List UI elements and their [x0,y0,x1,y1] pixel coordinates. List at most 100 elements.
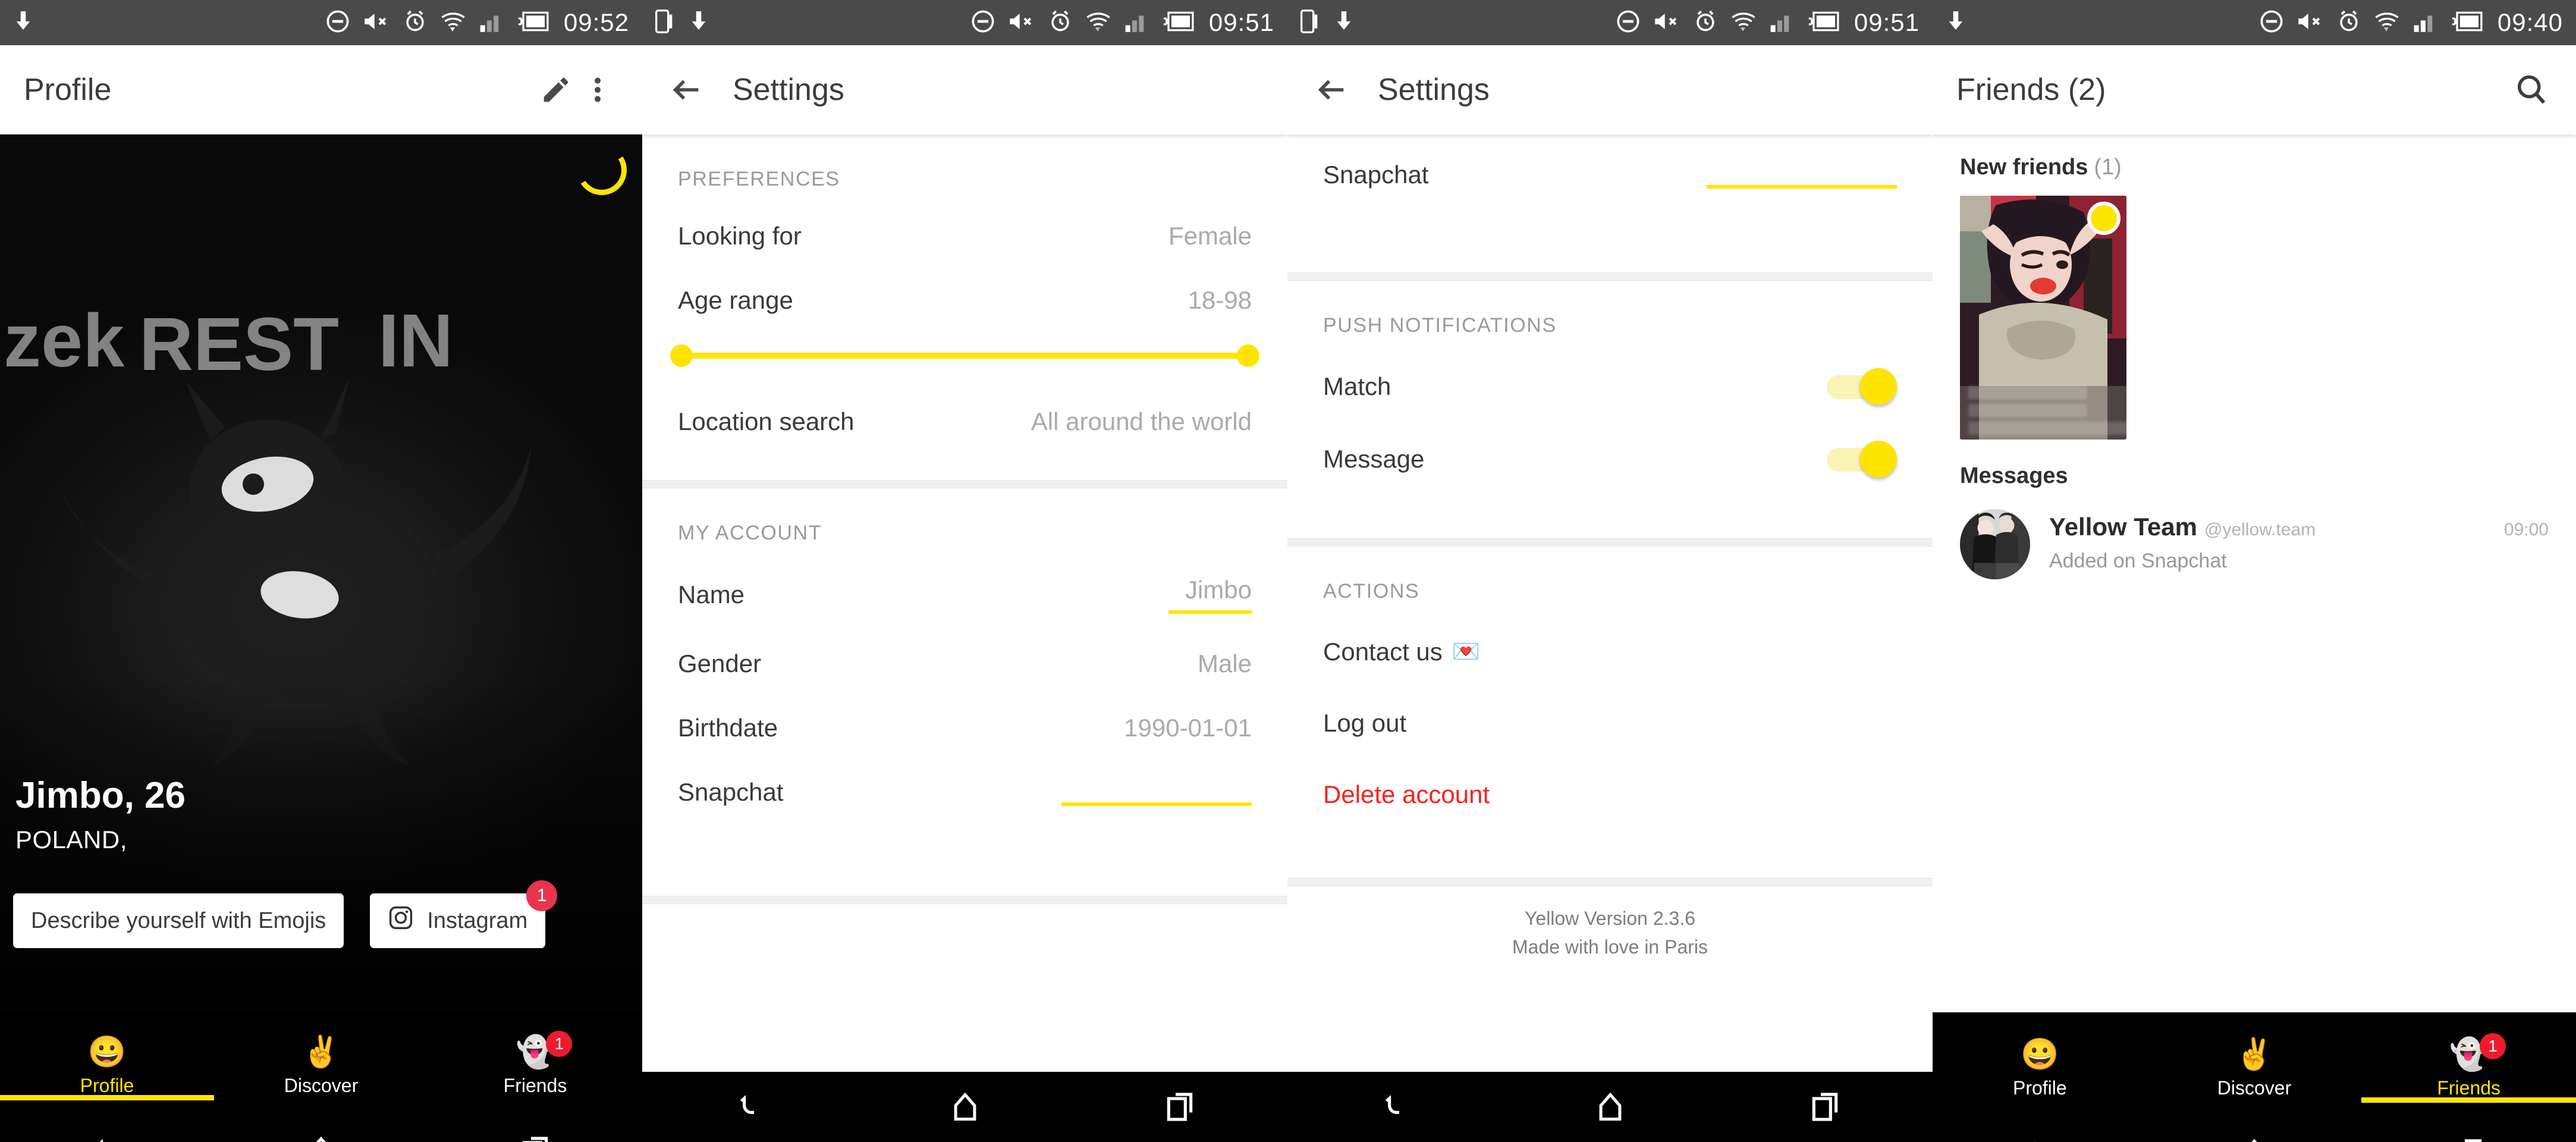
victory-hand-emoji: ✌️ [301,1034,341,1069]
tab-friends[interactable]: 👻 1 Friends [2361,1012,2576,1118]
row-gender-value: Male [1197,650,1252,677]
nav-back-icon[interactable] [1287,1090,1503,1124]
status-bar: 09:51 [642,0,1287,45]
battery-icon [1163,11,1196,35]
alarm-icon [1694,9,1717,37]
age-range-slider[interactable] [670,332,1259,390]
section-divider-2 [1287,538,1933,547]
nav-recents-icon[interactable] [428,1134,642,1142]
nav-recents-icon[interactable] [2361,1137,2576,1142]
row-location-search[interactable]: Location search All around the world [678,390,1252,454]
age-slider-min-knob[interactable] [670,344,693,367]
row-match-notification[interactable]: Match [1323,350,1897,423]
sim-card-icon [1300,9,1318,36]
row-match-label: Match [1323,372,1391,400]
row-location-search-label: Location search [678,407,855,435]
nav-home-icon[interactable] [1503,1090,1718,1124]
arrow-left-icon[interactable] [1311,69,1353,111]
nav-back-icon[interactable] [1933,1137,2147,1142]
row-gender[interactable]: Gender Male [678,632,1252,696]
pencil-icon[interactable] [535,69,577,111]
instagram-button[interactable]: Instagram 1 [370,880,558,948]
alarm-icon [403,9,427,37]
settings-scroll[interactable]: PREFERENCES Looking for Female Age range… [642,134,1287,1072]
settings-scroll[interactable]: Snapchat PUSH NOTIFICATIONS Match Messag… [1287,134,1933,1072]
wifi-icon [2374,9,2400,37]
message-toggle[interactable] [1827,441,1897,478]
app-bar-profile: Profile [0,45,642,134]
snapchat-input[interactable] [1707,161,1897,189]
section-header-actions: ACTIONS [1323,580,1420,603]
profile-location: POLAND, [15,826,127,854]
row-snapchat[interactable]: Snapchat [678,760,1252,824]
row-message-notification[interactable]: Message [1323,423,1897,495]
tab-friends-label: Friends [2437,1077,2501,1099]
tab-active-underline [2361,1097,2576,1103]
tab-friends[interactable]: 👻 1 Friends [428,1010,642,1116]
search-icon[interactable] [2511,69,2552,111]
nav-back-icon[interactable] [642,1090,857,1124]
profile-photo[interactable]: zek REST IN Jimbo, 26 POLAND, Describe y… [0,134,642,1010]
message-toggle-thumb [1860,441,1897,478]
nav-home-icon[interactable] [2147,1137,2362,1142]
status-time: 09:51 [1854,8,1920,36]
delete-account-label: Delete account [1323,780,1490,808]
profile-name: Jimbo, 26 [15,774,186,816]
row-message-label: Message [1323,445,1425,473]
sim-card-icon [655,9,673,36]
row-name-label: Name [678,581,745,608]
row-looking-for[interactable]: Looking for Female [678,204,1252,268]
grinning-face-emoji: 😀 [2020,1037,2059,1072]
mute-icon [1653,10,1680,36]
snapchat-input[interactable] [1061,779,1252,806]
nav-home-icon[interactable] [214,1134,428,1142]
row-age-range[interactable]: Age range 18-98 [678,268,1252,332]
svg-text:zek: zek [4,299,125,382]
love-letter-emoji: 💌 [1452,639,1481,664]
message-sender-handle: @yellow.team [2204,520,2316,539]
status-bar: 09:51 [1287,0,1933,45]
delete-account-button[interactable]: Delete account [1323,759,1897,830]
describe-with-emojis-button[interactable]: Describe yourself with Emojis [13,893,344,948]
log-out-button[interactable]: Log out [1323,688,1897,759]
contact-us-button[interactable]: Contact us 💌 [1323,616,1897,688]
match-toggle[interactable] [1827,368,1897,405]
message-list-item[interactable]: Yellow Team @yellow.team 09:00 Added on … [1960,506,2549,583]
row-birthdate-value: 1990-01-01 [1124,714,1252,742]
row-birthdate-label: Birthdate [678,714,778,742]
panel-friends: 09:40 Friends (2) New friends (1) Messag… [1933,0,2576,1142]
tab-profile-label: Profile [2012,1077,2067,1099]
nav-recents-icon[interactable] [1717,1090,1933,1124]
panel-profile: 09:52 Profile zek REST IN Jimbo, 26 POLA… [0,0,642,1142]
page-title: Settings [1378,73,1490,107]
new-friend-card[interactable] [1960,196,2126,440]
section-actions: ACTIONS Contact us 💌 Log out Delete acco… [1287,547,1933,878]
age-slider-max-knob[interactable] [1237,344,1259,367]
name-input[interactable]: Jimbo [1168,576,1252,614]
row-birthdate[interactable]: Birthdate 1990-01-01 [678,696,1252,760]
section-divider [642,480,1287,488]
status-time: 09:51 [1208,8,1274,36]
ghost-emoji: 👻 1 [516,1030,573,1068]
tab-profile[interactable]: 😀 Profile [0,1010,214,1116]
nav-back-icon[interactable] [0,1134,214,1142]
nav-recents-icon[interactable] [1072,1090,1287,1124]
arrow-left-icon[interactable] [666,69,708,111]
signal-icon [2413,10,2438,36]
dnd-icon [971,10,995,36]
signal-icon [1124,10,1149,36]
nav-home-icon[interactable] [857,1090,1073,1124]
avatar-photo [1960,509,2030,579]
svg-text:IN: IN [378,299,453,382]
panel-settings-preferences: 09:51 Settings PREFERENCES Looking for F… [642,0,1287,1142]
bottom-tab-bar: 😀 Profile ✌️ Discover 👻 1 Friends [0,1010,642,1116]
row-snapchat[interactable]: Snapchat [1323,134,1897,207]
screenshot-strip: 09:52 Profile zek REST IN Jimbo, 26 POLA… [0,0,2576,1142]
app-bar-settings: Settings [1287,45,1933,134]
tab-discover[interactable]: ✌️ Discover [214,1010,428,1116]
download-icon [1334,10,1354,36]
row-name[interactable]: Name Jimbo [678,558,1252,632]
tab-discover[interactable]: ✌️ Discover [2147,1012,2362,1118]
more-vertical-icon[interactable] [577,69,618,111]
tab-profile[interactable]: 😀 Profile [1933,1012,2147,1118]
